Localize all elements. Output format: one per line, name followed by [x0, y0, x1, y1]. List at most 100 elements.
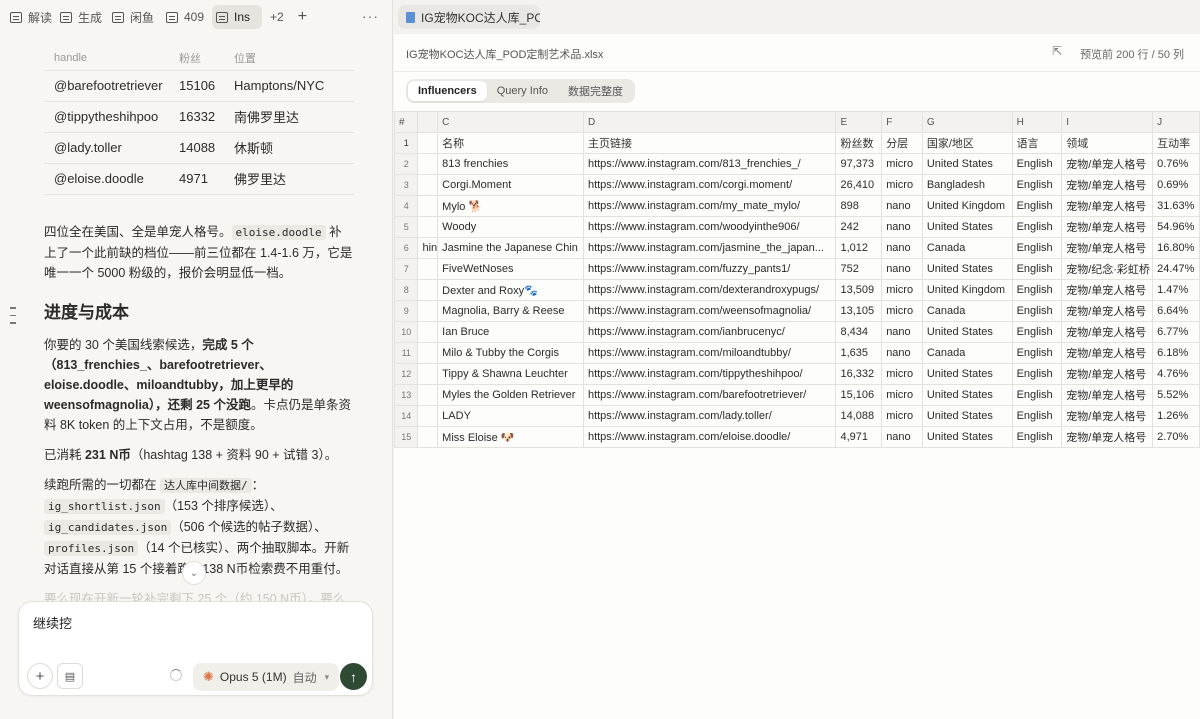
table-cell[interactable]: 宠物/纪念·彩虹桥: [1061, 258, 1154, 280]
table-cell[interactable]: 宠物/单宠人格号: [1061, 174, 1154, 196]
table-cell[interactable]: 宠物/单宠人格号: [1061, 216, 1154, 238]
table-cell[interactable]: 752: [835, 258, 883, 280]
chat-tab-1[interactable]: 解读: [6, 5, 54, 29]
table-cell[interactable]: Milo & Tubby the Corgis: [437, 342, 584, 364]
row-number[interactable]: 15: [393, 426, 419, 448]
table-cell[interactable]: 4.76%: [1152, 363, 1200, 385]
table-cell[interactable]: [417, 195, 439, 217]
table-cell[interactable]: FiveWetNoses: [437, 258, 584, 280]
table-cell[interactable]: English: [1011, 426, 1063, 448]
more-tabs-count[interactable]: +2: [270, 10, 284, 24]
table-cell[interactable]: United Kingdom: [921, 279, 1013, 301]
table-cell[interactable]: Tippy & Shawna Leuchter: [437, 363, 584, 385]
table-cell[interactable]: Canada: [921, 342, 1013, 364]
table-cell[interactable]: 1,012: [835, 237, 883, 259]
table-cell[interactable]: 名称: [437, 132, 584, 154]
chat-tab-4[interactable]: 409: [162, 5, 210, 29]
row-number[interactable]: 2: [393, 153, 419, 175]
table-cell[interactable]: [417, 174, 439, 196]
table-cell[interactable]: https://www.instagram.com/my_mate_mylo/: [582, 195, 837, 217]
row-number[interactable]: 3: [393, 174, 419, 196]
table-cell[interactable]: 语言: [1011, 132, 1063, 154]
column-letter[interactable]: G: [921, 111, 1013, 133]
row-number[interactable]: 5: [393, 216, 419, 238]
table-cell[interactable]: 242: [835, 216, 883, 238]
row-number[interactable]: 10: [393, 321, 419, 343]
document-icon[interactable]: ▤: [57, 663, 83, 689]
table-cell[interactable]: https://www.instagram.com/miloandtubby/: [582, 342, 837, 364]
table-cell[interactable]: 宠物/单宠人格号: [1061, 300, 1154, 322]
table-cell[interactable]: English: [1011, 216, 1063, 238]
message-input[interactable]: 继续挖: [33, 613, 72, 632]
table-cell[interactable]: micro: [881, 279, 923, 301]
attach-plus-icon[interactable]: +: [27, 663, 53, 689]
table-cell[interactable]: [417, 132, 439, 154]
table-cell[interactable]: English: [1011, 153, 1063, 175]
table-cell[interactable]: 宠物/单宠人格号: [1061, 237, 1154, 259]
table-cell[interactable]: 16,332: [835, 363, 883, 385]
table-cell[interactable]: English: [1011, 363, 1063, 385]
table-cell[interactable]: Bangladesh: [921, 174, 1013, 196]
table-cell[interactable]: nano: [881, 321, 923, 343]
chat-tab-3[interactable]: 闲鱼: [108, 5, 160, 29]
table-cell[interactable]: nano: [881, 195, 923, 217]
table-cell[interactable]: 54.96%: [1152, 216, 1200, 238]
table-cell[interactable]: 6.18%: [1152, 342, 1200, 364]
table-cell[interactable]: Myles the Golden Retriever: [437, 384, 584, 406]
table-cell[interactable]: English: [1011, 279, 1063, 301]
table-cell[interactable]: English: [1011, 405, 1063, 427]
table-cell[interactable]: https://www.instagram.com/weensofmagnoli…: [582, 300, 837, 322]
table-cell[interactable]: [417, 279, 439, 301]
table-cell[interactable]: https://www.instagram.com/woodyinthe906/: [582, 216, 837, 238]
table-cell[interactable]: 2.70%: [1152, 426, 1200, 448]
table-cell[interactable]: English: [1011, 258, 1063, 280]
file-tab[interactable]: IG宠物KOC达人库_POD: [398, 5, 540, 29]
table-cell[interactable]: nano: [881, 258, 923, 280]
chat-tab-5-active[interactable]: Ins: [212, 5, 262, 29]
table-cell[interactable]: https://www.instagram.com/corgi.moment/: [582, 174, 837, 196]
table-cell[interactable]: 6.64%: [1152, 300, 1200, 322]
table-cell[interactable]: Jasmine the Japanese Chin: [437, 237, 584, 259]
table-cell[interactable]: 31.63%: [1152, 195, 1200, 217]
table-cell[interactable]: Ian Bruce: [437, 321, 584, 343]
table-cell[interactable]: United States: [921, 426, 1013, 448]
table-cell[interactable]: 宠物/单宠人格号: [1061, 195, 1154, 217]
table-cell[interactable]: 8,434: [835, 321, 883, 343]
table-cell[interactable]: 97,373: [835, 153, 883, 175]
model-selector[interactable]: ✺ Opus 5 (1M) 自动 ▾: [193, 663, 340, 691]
table-cell[interactable]: 互动率: [1152, 132, 1200, 154]
table-cell[interactable]: 粉丝数: [835, 132, 883, 154]
table-cell[interactable]: 0.76%: [1152, 153, 1200, 175]
column-letter[interactable]: I: [1061, 111, 1154, 133]
table-cell[interactable]: 国家/地区: [921, 132, 1013, 154]
new-tab-icon[interactable]: +: [298, 8, 307, 26]
table-cell[interactable]: English: [1011, 384, 1063, 406]
table-cell[interactable]: 宠物/单宠人格号: [1061, 321, 1154, 343]
table-cell[interactable]: United States: [921, 216, 1013, 238]
row-number[interactable]: 6: [393, 237, 419, 259]
table-cell[interactable]: [417, 363, 439, 385]
table-cell[interactable]: 5.52%: [1152, 384, 1200, 406]
message-composer[interactable]: 继续挖 + ▤ ✺ Opus 5 (1M) 自动 ▾ ↑: [18, 601, 373, 696]
table-cell[interactable]: https://www.instagram.com/barefootretrie…: [582, 384, 837, 406]
table-cell[interactable]: 813 frenchies: [437, 153, 584, 175]
table-cell[interactable]: English: [1011, 342, 1063, 364]
table-cell[interactable]: United States: [921, 384, 1013, 406]
open-external-icon[interactable]: ⇱: [1052, 44, 1062, 58]
table-cell[interactable]: English: [1011, 321, 1063, 343]
table-cell[interactable]: 主页链接: [582, 132, 837, 154]
table-cell[interactable]: https://www.instagram.com/dexterandroxyp…: [582, 279, 837, 301]
table-cell[interactable]: Magnolia, Barry & Reese: [437, 300, 584, 322]
table-cell[interactable]: LADY: [437, 405, 584, 427]
sheet-tab-influencers[interactable]: Influencers: [408, 81, 487, 101]
column-letter[interactable]: J: [1152, 111, 1200, 133]
table-cell[interactable]: 宠物/单宠人格号: [1061, 342, 1154, 364]
table-cell[interactable]: Canada: [921, 300, 1013, 322]
table-cell[interactable]: micro: [881, 300, 923, 322]
table-cell[interactable]: https://www.instagram.com/jasmine_the_ja…: [582, 237, 837, 259]
table-cell[interactable]: https://www.instagram.com/813_frenchies_…: [582, 153, 837, 175]
table-cell[interactable]: [417, 216, 439, 238]
table-cell[interactable]: 宠物/单宠人格号: [1061, 363, 1154, 385]
table-cell[interactable]: micro: [881, 174, 923, 196]
table-cell[interactable]: micro: [881, 363, 923, 385]
